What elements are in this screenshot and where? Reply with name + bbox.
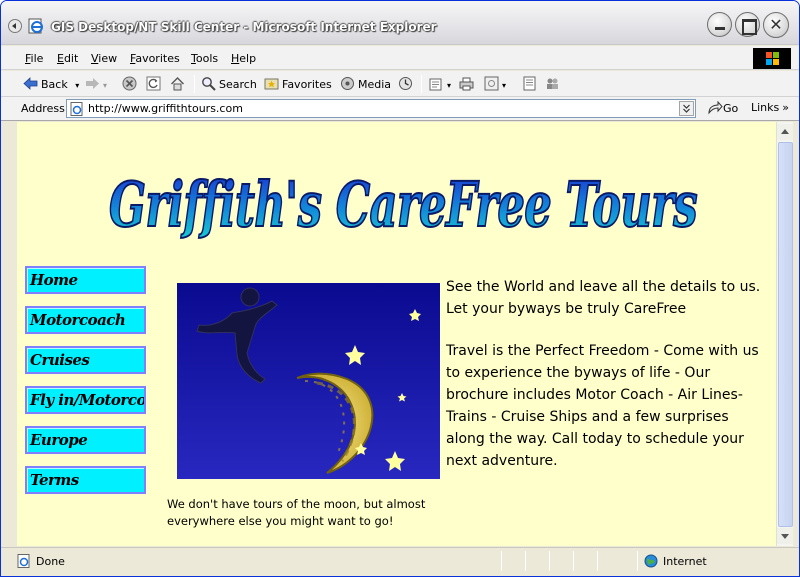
favorites-button[interactable]: Favorites [264,76,332,92]
mail-button[interactable]: ▾ [429,76,451,92]
forward-button[interactable]: ▾ [85,76,107,92]
print-icon [459,77,474,91]
ie-icon [28,18,43,34]
status-bar: Done Internet [1,547,799,576]
go-button[interactable]: Go [707,100,739,115]
vertical-scrollbar[interactable] [776,122,793,546]
back-dropdown-icon[interactable]: ▾ [75,81,79,90]
system-menu-icon[interactable] [8,19,22,33]
go-arrow-icon [708,100,723,115]
nav-terms[interactable]: Terms [25,466,146,494]
print-button[interactable] [459,76,477,92]
image-caption: We don't have tours of the moon, but alm… [167,497,426,528]
favorites-icon [264,78,279,90]
title-bar: GIS Desktop/NT Skill Center - Microsoft … [1,1,799,45]
forward-dropdown-icon[interactable]: ▾ [103,81,107,90]
refresh-icon [146,76,161,91]
menu-help[interactable]: Help [231,52,256,65]
chevron-up-icon [781,129,789,134]
chevron-down-icon [683,104,690,113]
history-button[interactable] [398,76,416,92]
menu-edit[interactable]: Edit [57,52,78,65]
media-button[interactable]: Media [340,76,391,92]
close-icon: ✕ [769,15,783,34]
go-label: Go [723,102,739,115]
window-frame-left [1,122,17,546]
security-zone: Internet [663,555,707,568]
links-button[interactable]: Links» [751,101,789,114]
search-label: Search [219,78,257,91]
search-button[interactable]: Search [201,76,257,92]
page-icon [70,102,83,116]
forward-arrow-icon [86,78,99,89]
window-title: GIS Desktop/NT Skill Center - Microsoft … [51,20,437,34]
address-url: http://www.griffithtours.com [88,102,243,115]
status-text: Done [36,555,65,568]
home-icon [171,77,184,91]
scroll-down-button[interactable] [777,528,793,544]
menu-view[interactable]: View [91,52,117,65]
back-label: Back [41,78,68,91]
chevron-down-icon [781,534,789,539]
refresh-button[interactable] [146,76,164,92]
discuss-button[interactable] [522,76,540,92]
page-content: Griffith's CareFree Tours Home Motorcoac… [17,122,776,546]
mail-dropdown-icon[interactable]: ▾ [447,81,451,90]
browser-window: GIS Desktop/NT Skill Center - Microsoft … [0,0,800,577]
edit-icon [484,76,499,91]
back-button[interactable]: Back ▾ [23,76,79,92]
search-icon [202,77,216,91]
windows-logo-icon [753,48,791,69]
logo-text: Griffith's CareFree Tours [109,168,697,241]
menu-bar: File Edit View Favorites Tools Help [1,46,799,70]
moon-illustration [177,283,440,479]
site-logo: Griffith's CareFree Tours [108,167,699,242]
page-copy: See the World and leave all the details … [446,276,764,492]
edit-button[interactable]: ▾ [484,76,506,92]
chevron-right-icon: » [782,101,789,114]
home-button[interactable] [170,76,188,92]
minimize-icon [708,13,731,36]
stop-button[interactable] [122,76,140,92]
scrollbar-thumb[interactable] [778,142,793,527]
address-input[interactable]: http://www.griffithtours.com [66,99,696,118]
maximize-button[interactable] [735,12,760,37]
media-label: Media [358,78,392,91]
maximize-icon [736,13,759,36]
history-icon [399,77,412,90]
body-paragraph: Travel is the Perfect Freedom - Come wit… [446,343,759,469]
minimize-button[interactable] [707,12,732,37]
nav-motorcoach[interactable]: Motorcoach [25,306,146,334]
menu-file[interactable]: File [25,52,43,65]
back-arrow-icon [23,77,38,90]
address-dropdown-button[interactable] [679,101,694,116]
messenger-button[interactable] [545,76,563,92]
menu-tools[interactable]: Tools [191,52,218,65]
intro-paragraph: See the World and leave all the details … [446,279,761,317]
nav-europe[interactable]: Europe [25,426,146,454]
links-label: Links [751,101,780,114]
scroll-up-button[interactable] [777,124,793,140]
address-bar: Address http://www.griffithtours.com Go … [1,97,799,121]
address-label: Address [21,102,65,115]
close-button[interactable]: ✕ [763,12,789,38]
page-done-icon [17,554,30,568]
mail-icon [429,78,442,91]
nav-home[interactable]: Home [25,266,146,294]
standard-toolbar: Back ▾ ▾ Search Favorites Media ▾ ▾ [1,71,799,97]
edit-dropdown-icon[interactable]: ▾ [502,81,506,90]
messenger-icon [547,78,558,89]
media-icon [341,77,354,90]
nav-cruises[interactable]: Cruises [25,346,146,374]
nav-fly-in-motorcoach[interactable]: Fly in/Motorcoach [25,386,146,414]
menu-favorites[interactable]: Favorites [130,52,180,65]
globe-icon [644,554,658,568]
favorites-label: Favorites [282,78,332,91]
stop-icon [122,76,137,91]
discuss-icon [523,76,536,91]
site-nav: Home Motorcoach Cruises Fly in/Motorcoac… [25,266,147,506]
